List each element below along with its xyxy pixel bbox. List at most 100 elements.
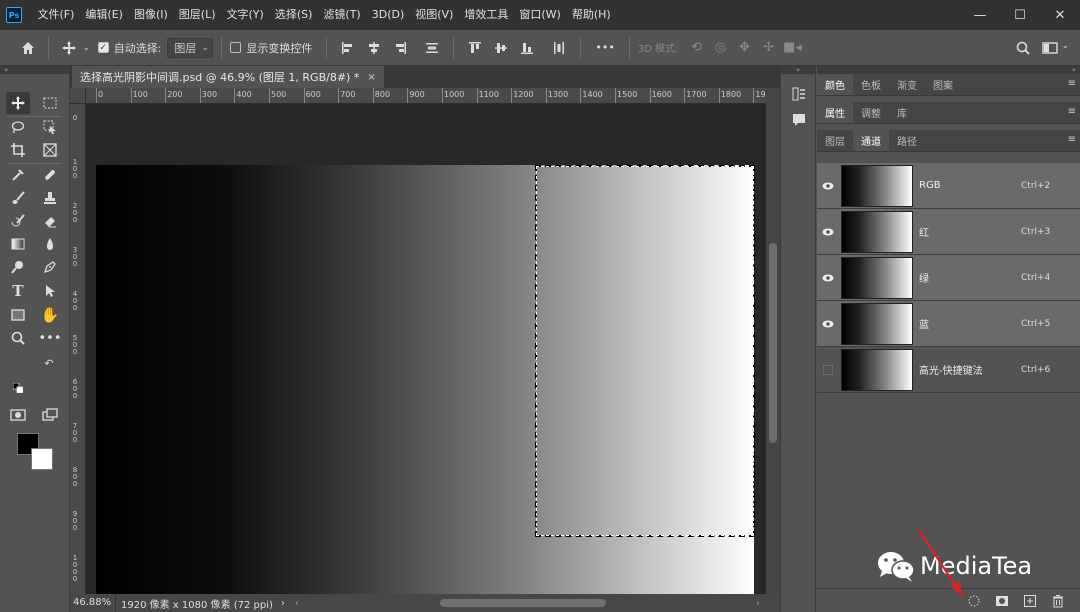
menu-plugins[interactable]: 增效工具 [459, 0, 514, 30]
home-icon[interactable] [16, 36, 40, 60]
menu-type[interactable]: 文字(Y) [221, 0, 269, 30]
chevron-down-icon[interactable]: ⌄ [1062, 41, 1069, 50]
chevron-down-icon[interactable]: ⌄ [83, 43, 90, 52]
swap-colors-icon[interactable]: ↶ [42, 356, 56, 370]
auto-select-checkbox[interactable]: ✓ [97, 42, 109, 53]
visibility-toggle[interactable] [817, 347, 839, 393]
maximize-button[interactable]: ☐ [1000, 0, 1040, 30]
quick-mask-icon[interactable] [6, 404, 30, 426]
tab-swatches[interactable]: 色板 [853, 74, 889, 95]
trash-icon[interactable] [1050, 593, 1066, 609]
workspace-icon[interactable] [1038, 36, 1062, 60]
more-tools-icon[interactable]: ••• [38, 327, 62, 349]
menu-image[interactable]: 图像(I) [128, 0, 173, 30]
tab-libraries[interactable]: 库 [889, 102, 915, 123]
tab-layers[interactable]: 图层 [817, 130, 853, 151]
menu-filter[interactable]: 滤镜(T) [318, 0, 366, 30]
zoom-tool-icon[interactable] [6, 327, 30, 349]
distribute-vertical-icon[interactable] [419, 36, 445, 60]
crop-tool-icon[interactable] [6, 139, 30, 161]
ruler-corner[interactable] [70, 88, 86, 104]
minimize-button[interactable]: — [960, 0, 1000, 30]
horizontal-scroll-thumb[interactable] [440, 599, 606, 607]
align-bottom-icon[interactable] [514, 36, 540, 60]
history-brush-tool-icon[interactable] [6, 210, 30, 232]
document-image[interactable] [96, 165, 755, 594]
align-top-icon[interactable] [462, 36, 488, 60]
dodge-tool-icon[interactable] [6, 256, 30, 278]
zoom-level[interactable]: 46.88% [70, 594, 116, 612]
scroll-thumb[interactable] [769, 243, 777, 443]
marquee-selection[interactable] [535, 165, 755, 537]
eyedropper-tool-icon[interactable] [6, 164, 30, 186]
move-tool-icon[interactable] [6, 92, 30, 114]
panel-menu-icon[interactable]: ≡ [1068, 106, 1076, 117]
menu-edit[interactable]: 编辑(E) [80, 0, 129, 30]
align-middle-v-icon[interactable] [488, 36, 514, 60]
close-button[interactable]: ✕ [1040, 0, 1080, 30]
hand-tool-icon[interactable]: ✋ [38, 304, 62, 326]
eye-icon[interactable] [817, 163, 839, 209]
status-menu-arrow[interactable]: › [281, 598, 285, 609]
tab-color[interactable]: 颜色 [817, 74, 853, 95]
vertical-ruler[interactable]: 010020030040050060070080090010001100 [70, 104, 86, 594]
align-right-icon[interactable] [387, 36, 413, 60]
move-tool-icon[interactable] [57, 36, 81, 60]
3d-orbit-icon[interactable]: ⟲ [685, 36, 709, 60]
menu-help[interactable]: 帮助(H) [566, 0, 616, 30]
lasso-tool-icon[interactable] [6, 116, 30, 138]
pen-tool-icon[interactable] [38, 256, 62, 278]
panel-menu-icon[interactable]: ≡ [1068, 78, 1076, 89]
vertical-scrollbar[interactable] [766, 88, 780, 594]
3d-roll-icon[interactable]: ◎ [709, 36, 733, 60]
new-channel-icon[interactable] [1022, 593, 1038, 609]
menu-view[interactable]: 视图(V) [410, 0, 459, 30]
more-options-button[interactable]: ••• [595, 41, 614, 54]
align-center-h-icon[interactable] [361, 36, 387, 60]
tab-gradients[interactable]: 渐变 [889, 74, 925, 95]
menu-select[interactable]: 选择(S) [269, 0, 318, 30]
eye-icon[interactable] [817, 255, 839, 301]
brush-tool-icon[interactable] [6, 187, 30, 209]
tab-adjustments[interactable]: 调整 [853, 102, 889, 123]
channel-row-rgb[interactable]: RGB Ctrl+2 [817, 163, 1080, 209]
strip-collapse[interactable]: » [781, 66, 815, 74]
stamp-tool-icon[interactable] [38, 187, 62, 209]
rectangle-tool-icon[interactable] [6, 304, 30, 326]
3d-camera-icon[interactable]: ■◂ [781, 36, 805, 60]
show-transform-checkbox[interactable] [230, 42, 242, 53]
document-tab[interactable]: 选择高光阴影中间调.psd @ 46.9% (图层 1, RGB/8#) * × [72, 66, 384, 88]
3d-pan-icon[interactable]: ✥ [733, 36, 757, 60]
frame-tool-icon[interactable] [38, 139, 62, 161]
background-color-swatch[interactable] [31, 448, 53, 470]
eye-icon[interactable] [817, 301, 839, 347]
scroll-right-arrow[interactable]: › [756, 598, 760, 609]
comments-panel-icon[interactable] [789, 110, 809, 130]
channel-row-highlight[interactable]: 高光-快捷键法 Ctrl+6 [817, 347, 1080, 393]
tab-paths[interactable]: 路径 [889, 130, 925, 151]
eye-icon[interactable] [817, 209, 839, 255]
save-selection-icon[interactable] [994, 593, 1010, 609]
horizontal-ruler[interactable]: 0 100 200 300 400 500 600 700 800 900 1000 1100 1200… [86, 88, 766, 104]
panels-collapse[interactable]: » [817, 66, 1080, 74]
tab-channels[interactable]: 通道 [853, 130, 889, 151]
object-selection-tool-icon[interactable] [38, 116, 62, 138]
gradient-tool-icon[interactable] [6, 233, 30, 255]
menu-window[interactable]: 窗口(W) [514, 0, 566, 30]
distribute-horizontal-icon[interactable] [546, 36, 572, 60]
type-tool-icon[interactable]: T [6, 280, 30, 302]
panel-menu-icon[interactable]: ≡ [1068, 134, 1076, 145]
default-colors-icon[interactable] [12, 382, 24, 394]
marquee-tool-icon[interactable] [38, 92, 62, 114]
close-icon[interactable]: × [367, 72, 375, 83]
history-panel-icon[interactable] [789, 84, 809, 104]
menu-layer[interactable]: 图层(L) [173, 0, 221, 30]
eraser-tool-icon[interactable] [38, 210, 62, 232]
channel-row-red[interactable]: 红 Ctrl+3 [817, 209, 1080, 255]
path-selection-tool-icon[interactable] [38, 280, 62, 302]
menu-3d[interactable]: 3D(D) [366, 0, 410, 30]
tab-patterns[interactable]: 图案 [925, 74, 961, 95]
scroll-left-arrow[interactable]: ‹ [295, 598, 299, 609]
load-selection-icon[interactable] [966, 593, 982, 609]
tab-properties[interactable]: 属性 [817, 102, 853, 123]
